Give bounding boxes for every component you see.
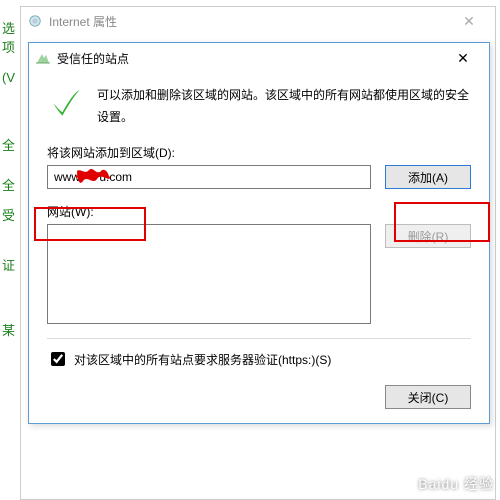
add-field-label: 将该网站添加到区域(D): <box>47 144 471 161</box>
info-section: 可以添加和删除该区域的网站。该区域中的所有网站都使用区域的安全设置。 <box>47 79 471 144</box>
info-text: 可以添加和删除该区域的网站。该区域中的所有网站都使用区域的安全设置。 <box>97 85 469 128</box>
remove-button: 删除(R) <box>385 224 471 248</box>
checkmark-icon <box>49 85 83 122</box>
add-field-wrapper <box>47 165 371 189</box>
trusted-sites-dialog: 受信任的站点 ✕ 可以添加和删除该区域的网站。该区域中的所有网站都使用区域的安全… <box>28 42 490 424</box>
paw-icon <box>396 475 414 493</box>
watermark: Baidu 经验 <box>396 474 494 494</box>
dialog-close-button[interactable]: ✕ <box>443 44 483 72</box>
https-verification-checkbox[interactable] <box>51 352 65 366</box>
parent-close-button[interactable]: ✕ <box>449 7 489 35</box>
parent-window-title: Internet 属性 <box>49 13 117 30</box>
sites-list-label: 网站(W): <box>47 203 471 220</box>
close-button[interactable]: 关闭(C) <box>385 385 471 409</box>
parent-titlebar: Internet 属性 ✕ <box>21 7 495 35</box>
add-button[interactable]: 添加(A) <box>385 165 471 189</box>
dialog-titlebar: 受信任的站点 ✕ <box>29 43 489 73</box>
sites-listbox[interactable] <box>47 224 371 324</box>
background-left-fragments: 选项 (V 全 全 受 证 某 <box>0 0 20 500</box>
trusted-sites-icon <box>35 50 51 66</box>
dialog-title: 受信任的站点 <box>57 50 129 67</box>
https-verification-checkbox-row[interactable]: 对该区域中的所有站点要求服务器验证(https:)(S) <box>47 349 471 369</box>
https-verification-label: 对该区域中的所有站点要求服务器验证(https:)(S) <box>74 351 331 368</box>
add-site-input[interactable] <box>47 165 371 189</box>
internet-options-icon <box>27 13 43 29</box>
divider <box>47 338 471 339</box>
